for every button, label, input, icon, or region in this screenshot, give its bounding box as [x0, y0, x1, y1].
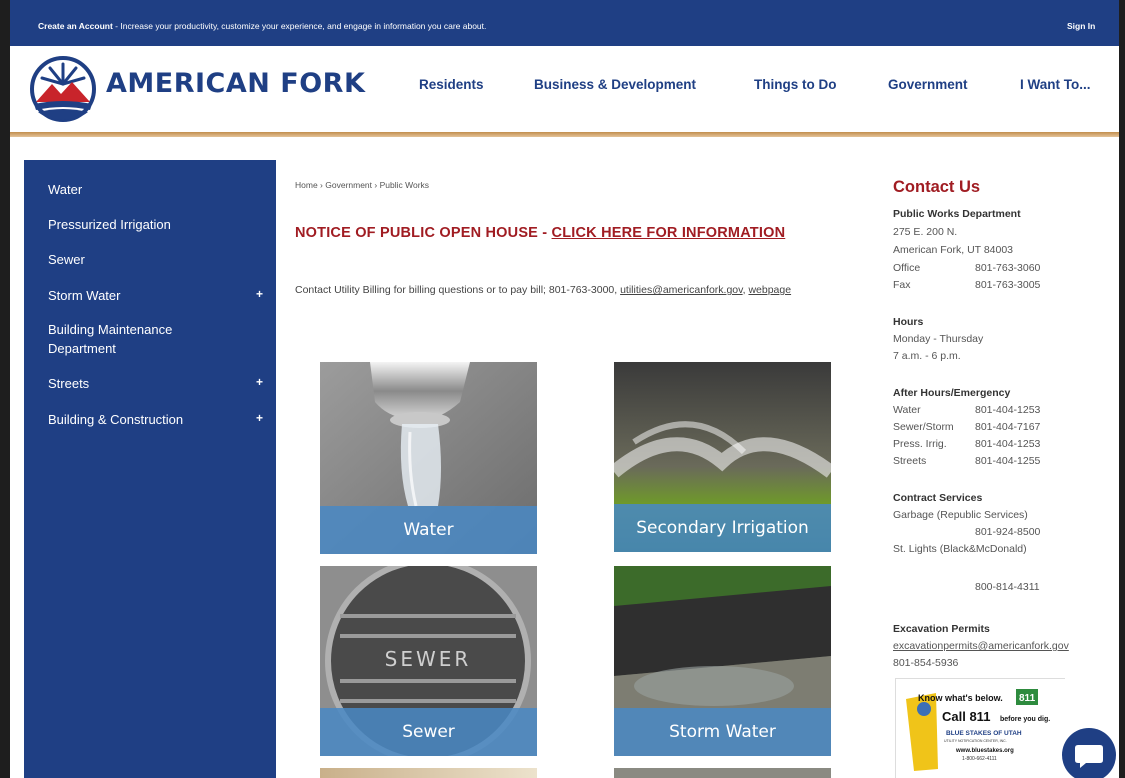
- street-lights-phone: 800-814-4311: [975, 581, 1040, 593]
- breadcrumb-separator: ›: [372, 180, 380, 190]
- nav-government[interactable]: Government: [888, 77, 968, 92]
- office-phone: 801-763-3060: [975, 262, 1041, 274]
- fax-label: Fax: [893, 279, 911, 291]
- nav-business-development[interactable]: Business & Development: [534, 77, 696, 92]
- brand-title[interactable]: AMERICAN FORK: [106, 68, 365, 99]
- site-header: AMERICAN FORK Residents Business & Devel…: [10, 46, 1119, 132]
- banner-line1: Know what's below.: [918, 693, 1003, 703]
- banner-811-badge: 811: [1019, 693, 1036, 704]
- excavation-phone: 801-854-5936: [893, 657, 959, 669]
- hours-time: 7 a.m. - 6 p.m.: [893, 350, 961, 362]
- sidebar-item-sewer[interactable]: Sewer: [48, 250, 248, 269]
- breadcrumb-home[interactable]: Home: [295, 180, 318, 190]
- nav-residents[interactable]: Residents: [419, 77, 484, 92]
- banner-web: www.bluestakes.org: [955, 748, 1014, 754]
- sidebar-item-storm-water[interactable]: Storm Water: [48, 286, 248, 305]
- building-construction-expand-icon[interactable]: +: [256, 411, 263, 425]
- billing-contact-line: Contact Utility Billing for billing ques…: [295, 282, 835, 298]
- excavation-permits-title: Excavation Permits: [893, 623, 990, 635]
- address-line-2: American Fork, UT 84003: [893, 244, 1014, 256]
- contact-title: Contact Us: [893, 178, 981, 196]
- breadcrumb-government[interactable]: Government: [325, 180, 372, 190]
- window-frame-right: [1119, 0, 1125, 778]
- create-account-message: Create an Account - Increase your produc…: [38, 21, 486, 31]
- banner-org-sub: UTILITY NOTIFICATION CENTER, INC.: [944, 739, 1007, 743]
- excavation-email-link[interactable]: excavationpermits@americanfork.gov: [893, 640, 1069, 652]
- streets-expand-icon[interactable]: +: [256, 375, 263, 389]
- tile-storm-water-label: Storm Water: [614, 708, 831, 756]
- garbage-phone: 801-924-8500: [975, 526, 1041, 538]
- after-hours-title: After Hours/Emergency: [893, 387, 1011, 399]
- tile-sewer[interactable]: SEWER Sewer: [320, 566, 537, 756]
- street-lights-provider: St. Lights (Black&McDonald): [893, 543, 1027, 555]
- after-hours-phone: 801-404-7167: [975, 421, 1041, 433]
- storm-water-expand-icon[interactable]: +: [256, 287, 263, 301]
- office-label: Office: [893, 262, 921, 274]
- breadcrumb-current: Public Works: [379, 180, 430, 190]
- after-hours-phone: 801-404-1253: [975, 438, 1041, 450]
- after-hours-label: Sewer/Storm: [893, 421, 954, 433]
- sidebar-item-streets[interactable]: Streets: [48, 374, 248, 393]
- billing-email-link[interactable]: utilities@americanfork.gov: [620, 284, 743, 296]
- billing-webpage-link[interactable]: webpage: [748, 284, 791, 296]
- address-line-1: 275 E. 200 N.: [893, 226, 958, 238]
- call-811-banner[interactable]: Know what's below. 811 Call 811 before y…: [895, 678, 1066, 778]
- after-hours-label: Streets: [893, 455, 927, 467]
- sidebar-item-building-construction[interactable]: Building & Construction: [48, 410, 248, 429]
- tile-sewer-label: Sewer: [320, 708, 537, 756]
- banner-org: BLUE STAKES OF UTAH: [946, 730, 1022, 737]
- sign-in-link[interactable]: Sign In: [1067, 21, 1095, 31]
- call-811-image: Know what's below. 811 Call 811 before y…: [896, 679, 1066, 778]
- tile-secondary-irrigation[interactable]: Secondary Irrigation: [614, 362, 831, 552]
- header-divider: [10, 132, 1119, 137]
- banner-before-you-dig: before you dig.: [1000, 716, 1050, 723]
- chat-icon: [1075, 745, 1103, 768]
- window-frame-left: [0, 0, 10, 778]
- sidebar-nav: Water Pressurized Irrigation Sewer Storm…: [24, 160, 276, 778]
- tile-partial-right[interactable]: [614, 768, 831, 778]
- tile-secondary-irrigation-label: Secondary Irrigation: [614, 504, 831, 552]
- garbage-provider: Garbage (Republic Services): [893, 509, 1028, 521]
- notice-text: NOTICE OF PUBLIC OPEN HOUSE -: [295, 225, 552, 241]
- sidebar-item-water[interactable]: Water: [48, 180, 248, 199]
- hours-days: Monday - Thursday: [893, 333, 984, 345]
- nav-things-to-do[interactable]: Things to Do: [754, 77, 836, 92]
- manhole-text: SEWER: [385, 647, 472, 671]
- after-hours-label: Water: [893, 404, 921, 416]
- nav-i-want-to[interactable]: I Want To...: [1020, 77, 1091, 92]
- create-account-text: - Increase your productivity, customize …: [112, 21, 487, 31]
- open-house-notice: NOTICE OF PUBLIC OPEN HOUSE - CLICK HERE…: [295, 225, 785, 241]
- breadcrumb: Home › Government › Public Works: [295, 180, 429, 190]
- sidebar-item-building-maintenance[interactable]: Building Maintenance Department: [48, 320, 218, 358]
- after-hours-phone: 801-404-1255: [975, 455, 1041, 467]
- tile-storm-water[interactable]: Storm Water: [614, 566, 831, 756]
- contract-services-title: Contract Services: [893, 492, 983, 504]
- after-hours-phone: 801-404-1253: [975, 404, 1041, 416]
- tile-water-label: Water: [320, 506, 537, 554]
- tile-water[interactable]: Water: [320, 362, 537, 554]
- american-fork-logo-icon[interactable]: [28, 54, 98, 124]
- fax-phone: 801-763-3005: [975, 279, 1041, 291]
- sidebar-item-pressurized-irrigation[interactable]: Pressurized Irrigation: [48, 215, 248, 234]
- banner-phone: 1-800-662-4111: [962, 756, 997, 762]
- after-hours-label: Press. Irrig.: [893, 438, 947, 450]
- banner-call-811: Call 811: [942, 709, 990, 724]
- department-name: Public Works Department: [893, 208, 1021, 220]
- create-account-link[interactable]: Create an Account: [38, 21, 113, 31]
- top-bar: Create an Account - Increase your produc…: [10, 0, 1119, 46]
- chat-button[interactable]: [1062, 728, 1116, 778]
- notice-link[interactable]: CLICK HERE FOR INFORMATION: [552, 225, 786, 241]
- tile-partial-left[interactable]: [320, 768, 537, 778]
- hours-title: Hours: [893, 316, 924, 328]
- billing-text: Contact Utility Billing for billing ques…: [295, 284, 621, 296]
